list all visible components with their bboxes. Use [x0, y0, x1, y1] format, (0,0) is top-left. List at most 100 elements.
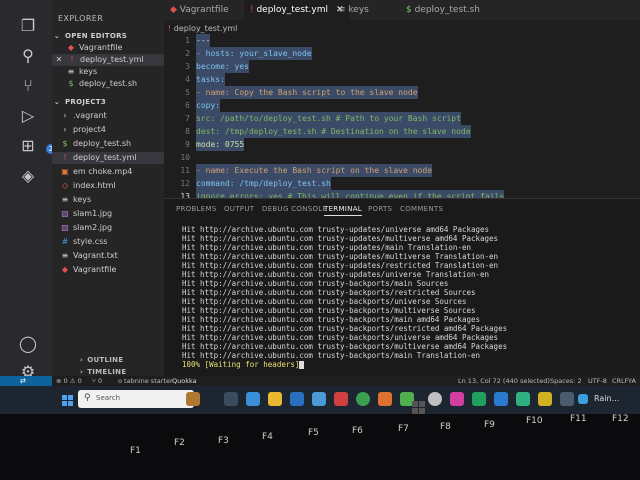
tab-problems[interactable]: PROBLEMS [176, 205, 217, 213]
project-label: PROJECT3 [65, 98, 107, 106]
run-debug-icon[interactable]: ▷ [18, 106, 38, 126]
extensions-icon[interactable]: ⊞ [18, 136, 38, 156]
app-icon[interactable] [450, 392, 464, 406]
edge-icon[interactable] [246, 392, 260, 406]
code-text: tasks: [196, 73, 225, 86]
file-label: deploy_test.sh [73, 139, 132, 148]
key-f12: F12 [612, 414, 629, 424]
key-f7: F7 [398, 424, 409, 434]
file-label: deploy_test.yml [73, 153, 137, 162]
vscode-icon[interactable] [494, 392, 508, 406]
tab-label: deploy_test.yml [256, 5, 329, 15]
file-item[interactable]: ◆ Vagrantfile [52, 264, 172, 276]
file-item[interactable]: ◇ index.html [52, 180, 172, 192]
terminal-line: Hit http://archive.ubuntu.com trusty-upd… [182, 225, 490, 234]
tab-ports[interactable]: PORTS [368, 205, 392, 213]
open-editor-keys[interactable]: ≡ keys [52, 66, 178, 78]
app-icon[interactable] [538, 392, 552, 406]
file-item[interactable]: ≡ keys [52, 194, 172, 206]
account-icon[interactable]: ◯ [18, 334, 38, 354]
code-text: --- [196, 34, 211, 47]
cursor-position[interactable]: Ln 13, Col 72 (440 selected) [458, 376, 550, 386]
file-icon: ≡ [338, 5, 349, 15]
code-line: 3 become: yes [164, 60, 249, 73]
file-item[interactable]: ≡ Vagrant.txt [52, 250, 172, 262]
encoding[interactable]: UTF-8 [588, 376, 607, 386]
key-f5: F5 [308, 428, 319, 438]
weather-text[interactable]: Rain... [594, 394, 619, 403]
files-icon[interactable]: ❐ [18, 16, 38, 36]
tab-terminal[interactable]: TERMINAL [324, 205, 362, 216]
code-editor[interactable]: 1 --- 2 - hosts: your_slave_node 3 become:… [164, 34, 640, 198]
tab-deploy-sh[interactable]: $ deploy_test.sh [400, 0, 486, 20]
outline-section[interactable]: › OUTLINE [52, 354, 164, 366]
remote-indicator[interactable]: ⇄ [0, 376, 52, 386]
key-f4: F4 [262, 432, 273, 442]
bottom-panel: PROBLEMS OUTPUT DEBUG CONSOLE TERMINAL P… [164, 198, 640, 377]
key-f9: F9 [484, 420, 495, 430]
search-icon[interactable]: ⚲ [18, 46, 38, 66]
app-icon[interactable] [334, 392, 348, 406]
timeline-label: TIMELINE [87, 368, 127, 376]
source-control-icon[interactable]: ⑂ [18, 76, 38, 96]
file-item[interactable]: # style.css [52, 236, 172, 248]
tab-output[interactable]: OUTPUT [224, 205, 254, 213]
file-item[interactable]: ▣ em choke.mp4 [52, 166, 172, 178]
file-item[interactable]: $ deploy_test.sh [52, 138, 172, 150]
app-icon[interactable] [516, 392, 530, 406]
line-number: 10 [180, 153, 190, 162]
yaml-file-icon: ! [70, 55, 74, 64]
shell-file-icon: $ [406, 5, 415, 15]
chrome-icon[interactable] [356, 392, 370, 406]
close-icon[interactable]: ✕ [54, 54, 64, 66]
windows-start-icon[interactable] [62, 392, 74, 406]
indentation[interactable]: Spaces: 2 [550, 376, 582, 386]
tab-label: Vagrantfile [179, 5, 229, 15]
file-icon: ≡ [67, 67, 75, 76]
taskbar-search[interactable]: ⚲ Search [78, 390, 194, 408]
open-editors-header[interactable]: ⌄ OPEN EDITORS [52, 30, 164, 42]
file-label: keys [73, 195, 92, 204]
tab-debug-console[interactable]: DEBUG CONSOLE [262, 205, 327, 213]
open-editor-deploy-yml[interactable]: ✕! deploy_test.yml [52, 54, 166, 66]
code-text: dest: /tmp/deploy_test.sh # Destination … [196, 125, 471, 138]
errors-warnings[interactable]: ⊗ 0 ⚠ 0 [56, 376, 82, 386]
app-icon[interactable] [560, 392, 574, 406]
quokka-status[interactable]: Quokka [172, 376, 197, 386]
open-editor-deploy-sh[interactable]: $ deploy_test.sh [52, 78, 178, 90]
shell-file-icon: $ [68, 79, 74, 88]
breadcrumb[interactable]: ! deploy_test.yml [168, 24, 237, 33]
terminal-line: Hit http://archive.ubuntu.com trusty-bac… [182, 333, 499, 342]
search-icon: ⚲ [84, 393, 91, 403]
app-icon[interactable] [378, 392, 392, 406]
open-editor-vagrantfile[interactable]: ◆ Vagrantfile [52, 42, 178, 54]
code-text: - name: Execute the Bash script on the s… [196, 164, 433, 177]
quokka-widget-icon[interactable] [186, 392, 200, 406]
tab-keys[interactable]: ≡ keys [332, 0, 375, 20]
weather-icon[interactable] [578, 394, 588, 404]
terminal-line: Hit http://archive.ubuntu.com trusty-bac… [182, 288, 476, 297]
file-item[interactable]: ▨ slam1.jpg [52, 208, 172, 220]
store-icon[interactable] [312, 392, 326, 406]
language-mode[interactable]: YA [628, 376, 636, 386]
project-header[interactable]: ⌄ PROJECT3 [52, 96, 164, 108]
tab-comments[interactable]: COMMENTS [400, 205, 443, 213]
file-explorer-icon[interactable] [268, 392, 282, 406]
file-item[interactable]: ▨ slam2.jpg [52, 222, 172, 234]
video-file-icon: ▣ [61, 167, 69, 176]
tab-vagrantfile[interactable]: ◆ Vagrantfile [164, 0, 235, 20]
app-icon[interactable] [428, 392, 442, 406]
tabnine-status[interactable]: o tabnine starter [118, 376, 173, 386]
terminal-line: Hit http://archive.ubuntu.com trusty-upd… [182, 243, 471, 252]
file-item[interactable]: › project4 [52, 124, 172, 136]
line-ending[interactable]: CRLF [612, 376, 628, 386]
docker-icon[interactable]: ◈ [18, 166, 38, 186]
ruby-file-icon: ◆ [170, 5, 180, 15]
ports-count[interactable]: ⑂ 0 [92, 376, 102, 386]
line-number: 7 [185, 114, 190, 123]
file-item[interactable]: ! deploy_test.yml [52, 152, 172, 164]
task-view-icon[interactable] [224, 392, 238, 406]
app-icon[interactable] [472, 392, 486, 406]
mail-icon[interactable] [290, 392, 304, 406]
file-item[interactable]: › .vagrant [52, 110, 172, 122]
